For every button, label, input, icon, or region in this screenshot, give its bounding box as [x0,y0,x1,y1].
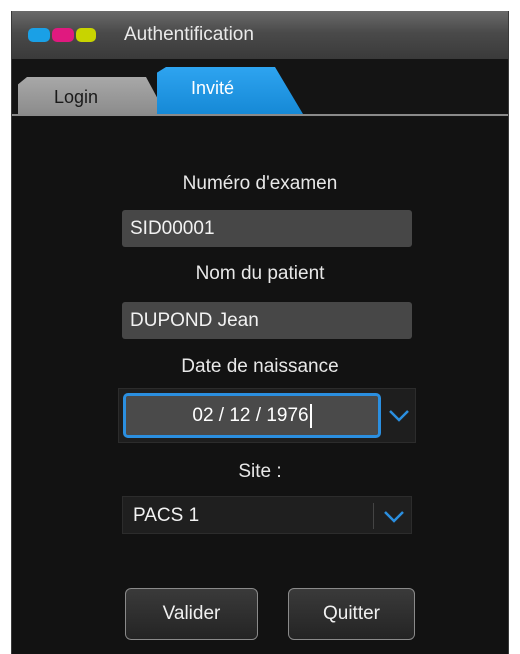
tab-strip: Login Invité [12,59,508,117]
tab-login-label: Login [54,87,99,107]
tab-login[interactable]: Login [18,77,166,114]
site-label: Site : [238,461,282,482]
select-separator [373,503,374,529]
birth-date-label: Date de naissance [181,356,339,377]
chevron-down-icon[interactable] [382,504,406,528]
birth-date-value: 02 / 12 / 1976 [192,405,309,426]
birth-date-picker: 02 / 12 / 1976 [118,388,416,443]
title-bar[interactable]: Authentification [12,11,508,59]
text-cursor [309,403,312,428]
exam-number-label: Numéro d'examen [182,173,338,194]
validate-button[interactable]: Valider [125,588,258,640]
app-logo-icon [28,28,100,42]
tab-divider [12,114,508,116]
exam-number-field[interactable]: SID00001 [122,210,412,247]
tab-guest-label: Invité [191,78,235,98]
patient-name-field[interactable]: DUPOND Jean [122,302,412,339]
chevron-down-icon[interactable] [387,401,411,429]
patient-name-label: Nom du patient [195,263,325,284]
site-select-value: PACS 1 [133,505,200,526]
birth-date-field[interactable]: 02 / 12 / 1976 [123,393,381,438]
tab-guest[interactable]: Invité [157,67,303,114]
window-title: Authentification [124,24,254,45]
site-select[interactable]: PACS 1 [122,496,412,534]
auth-window: Authentification Login Invité Numéro d'e… [11,11,509,654]
quit-button[interactable]: Quitter [288,588,415,640]
